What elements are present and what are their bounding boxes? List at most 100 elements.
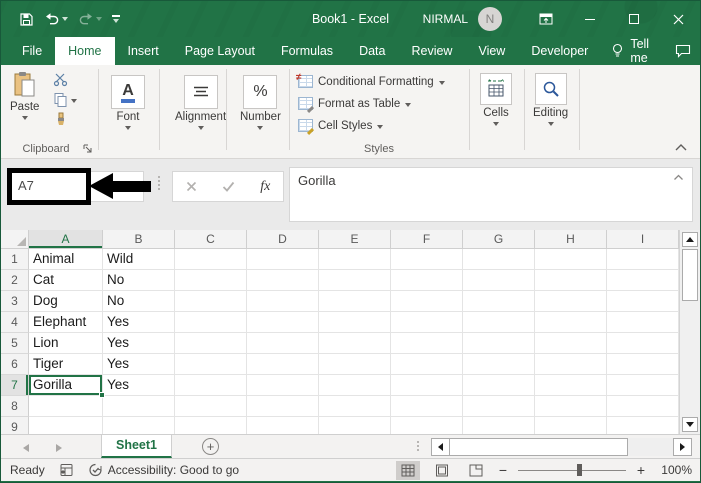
cell-D6[interactable]: [247, 354, 319, 375]
column-header-E[interactable]: E: [319, 230, 391, 249]
scroll-right-button[interactable]: [673, 438, 692, 456]
alignment-button[interactable]: Alignment: [175, 75, 226, 130]
vertical-scrollbar[interactable]: [679, 230, 700, 434]
column-header-F[interactable]: F: [391, 230, 463, 249]
close-button[interactable]: [656, 1, 700, 37]
font-dropdown-icon[interactable]: [125, 126, 131, 130]
cell-G6[interactable]: [463, 354, 535, 375]
cell-H1[interactable]: [535, 249, 607, 270]
tab-view[interactable]: View: [465, 37, 518, 65]
editing-button[interactable]: Editing: [533, 73, 568, 126]
scroll-down-button[interactable]: [682, 417, 698, 432]
cell-E7[interactable]: [319, 375, 391, 396]
column-header-G[interactable]: G: [463, 230, 535, 249]
cell-B7[interactable]: Yes: [103, 375, 175, 396]
cell-C8[interactable]: [175, 396, 247, 417]
cell-E6[interactable]: [319, 354, 391, 375]
cell-D1[interactable]: [247, 249, 319, 270]
normal-view-button[interactable]: [396, 461, 420, 480]
cell-F6[interactable]: [391, 354, 463, 375]
cell-F3[interactable]: [391, 291, 463, 312]
user-name[interactable]: NIRMAL: [423, 12, 468, 26]
cell-D8[interactable]: [247, 396, 319, 417]
previous-sheet-button[interactable]: [23, 444, 29, 452]
tab-insert[interactable]: Insert: [115, 37, 172, 65]
cell-B6[interactable]: Yes: [103, 354, 175, 375]
cell-C7[interactable]: [175, 375, 247, 396]
number-dropdown-icon[interactable]: [257, 126, 263, 130]
alignment-dropdown-icon[interactable]: [198, 126, 204, 130]
cell-G2[interactable]: [463, 270, 535, 291]
cell-I4[interactable]: [607, 312, 679, 333]
scroll-up-button[interactable]: [682, 232, 698, 247]
cell-A6[interactable]: Tiger: [29, 354, 103, 375]
row-header-3[interactable]: 3: [1, 291, 29, 312]
tab-review[interactable]: Review: [398, 37, 465, 65]
comments-button[interactable]: [659, 37, 701, 65]
cell-I6[interactable]: [607, 354, 679, 375]
cell-A3[interactable]: Dog: [29, 291, 103, 312]
paste-button[interactable]: Paste: [10, 71, 39, 120]
zoom-slider[interactable]: [518, 464, 626, 476]
cell-styles-button[interactable]: Cell Styles: [298, 117, 445, 134]
horizontal-scrollbar-thumb[interactable]: [450, 438, 628, 456]
cell-B9[interactable]: [103, 417, 175, 434]
tab-data[interactable]: Data: [346, 37, 398, 65]
undo-button[interactable]: [44, 12, 68, 26]
name-box-value[interactable]: A7: [18, 178, 34, 193]
zoom-out-button[interactable]: −: [498, 462, 508, 478]
cell-G1[interactable]: [463, 249, 535, 270]
new-sheet-button[interactable]: +: [202, 438, 219, 455]
copy-dropdown-icon[interactable]: [71, 99, 77, 103]
column-header-H[interactable]: H: [535, 230, 607, 249]
row-header-5[interactable]: 5: [1, 333, 29, 354]
cell-B8[interactable]: [103, 396, 175, 417]
cell-F1[interactable]: [391, 249, 463, 270]
tab-page-layout[interactable]: Page Layout: [172, 37, 268, 65]
cell-I9[interactable]: [607, 417, 679, 434]
formula-bar-input[interactable]: Gorilla: [289, 167, 693, 222]
row-header-6[interactable]: 6: [1, 354, 29, 375]
tab-formulas[interactable]: Formulas: [268, 37, 346, 65]
cell-H4[interactable]: [535, 312, 607, 333]
enter-button[interactable]: [222, 181, 235, 192]
cell-A9[interactable]: [29, 417, 103, 434]
copy-button[interactable]: [53, 91, 77, 107]
fill-handle[interactable]: [99, 392, 105, 398]
tab-developer[interactable]: Developer: [518, 37, 601, 65]
cell-C2[interactable]: [175, 270, 247, 291]
cell-C4[interactable]: [175, 312, 247, 333]
macro-record-button[interactable]: [59, 463, 74, 477]
cell-H5[interactable]: [535, 333, 607, 354]
page-layout-view-button[interactable]: [430, 461, 454, 480]
cell-A4[interactable]: Elephant: [29, 312, 103, 333]
collapse-ribbon-button[interactable]: [674, 143, 688, 152]
cell-D3[interactable]: [247, 291, 319, 312]
cell-C6[interactable]: [175, 354, 247, 375]
cell-D9[interactable]: [247, 417, 319, 434]
cell-E1[interactable]: [319, 249, 391, 270]
vertical-scrollbar-thumb[interactable]: [682, 249, 698, 301]
cell-A1[interactable]: Animal: [29, 249, 103, 270]
row-header-2[interactable]: 2: [1, 270, 29, 291]
cell-G4[interactable]: [463, 312, 535, 333]
conditional-formatting-button[interactable]: ≠Conditional Formatting: [298, 73, 445, 90]
cell-F7[interactable]: [391, 375, 463, 396]
cell-F9[interactable]: [391, 417, 463, 434]
cell-H6[interactable]: [535, 354, 607, 375]
cell-D2[interactable]: [247, 270, 319, 291]
cell-A8[interactable]: [29, 396, 103, 417]
cell-H8[interactable]: [535, 396, 607, 417]
cut-button[interactable]: [53, 71, 77, 87]
tell-me-box[interactable]: Tell me: [601, 37, 659, 65]
minimize-button[interactable]: [568, 1, 612, 37]
cells-button[interactable]: Cells: [480, 73, 512, 126]
cell-A5[interactable]: Lion: [29, 333, 103, 354]
cell-G8[interactable]: [463, 396, 535, 417]
zoom-level[interactable]: 100%: [656, 463, 692, 477]
cell-G7[interactable]: [463, 375, 535, 396]
clipboard-dialog-launcher[interactable]: [83, 144, 93, 154]
cell-I7[interactable]: [607, 375, 679, 396]
paste-dropdown-icon[interactable]: [22, 116, 28, 120]
cell-H7[interactable]: [535, 375, 607, 396]
